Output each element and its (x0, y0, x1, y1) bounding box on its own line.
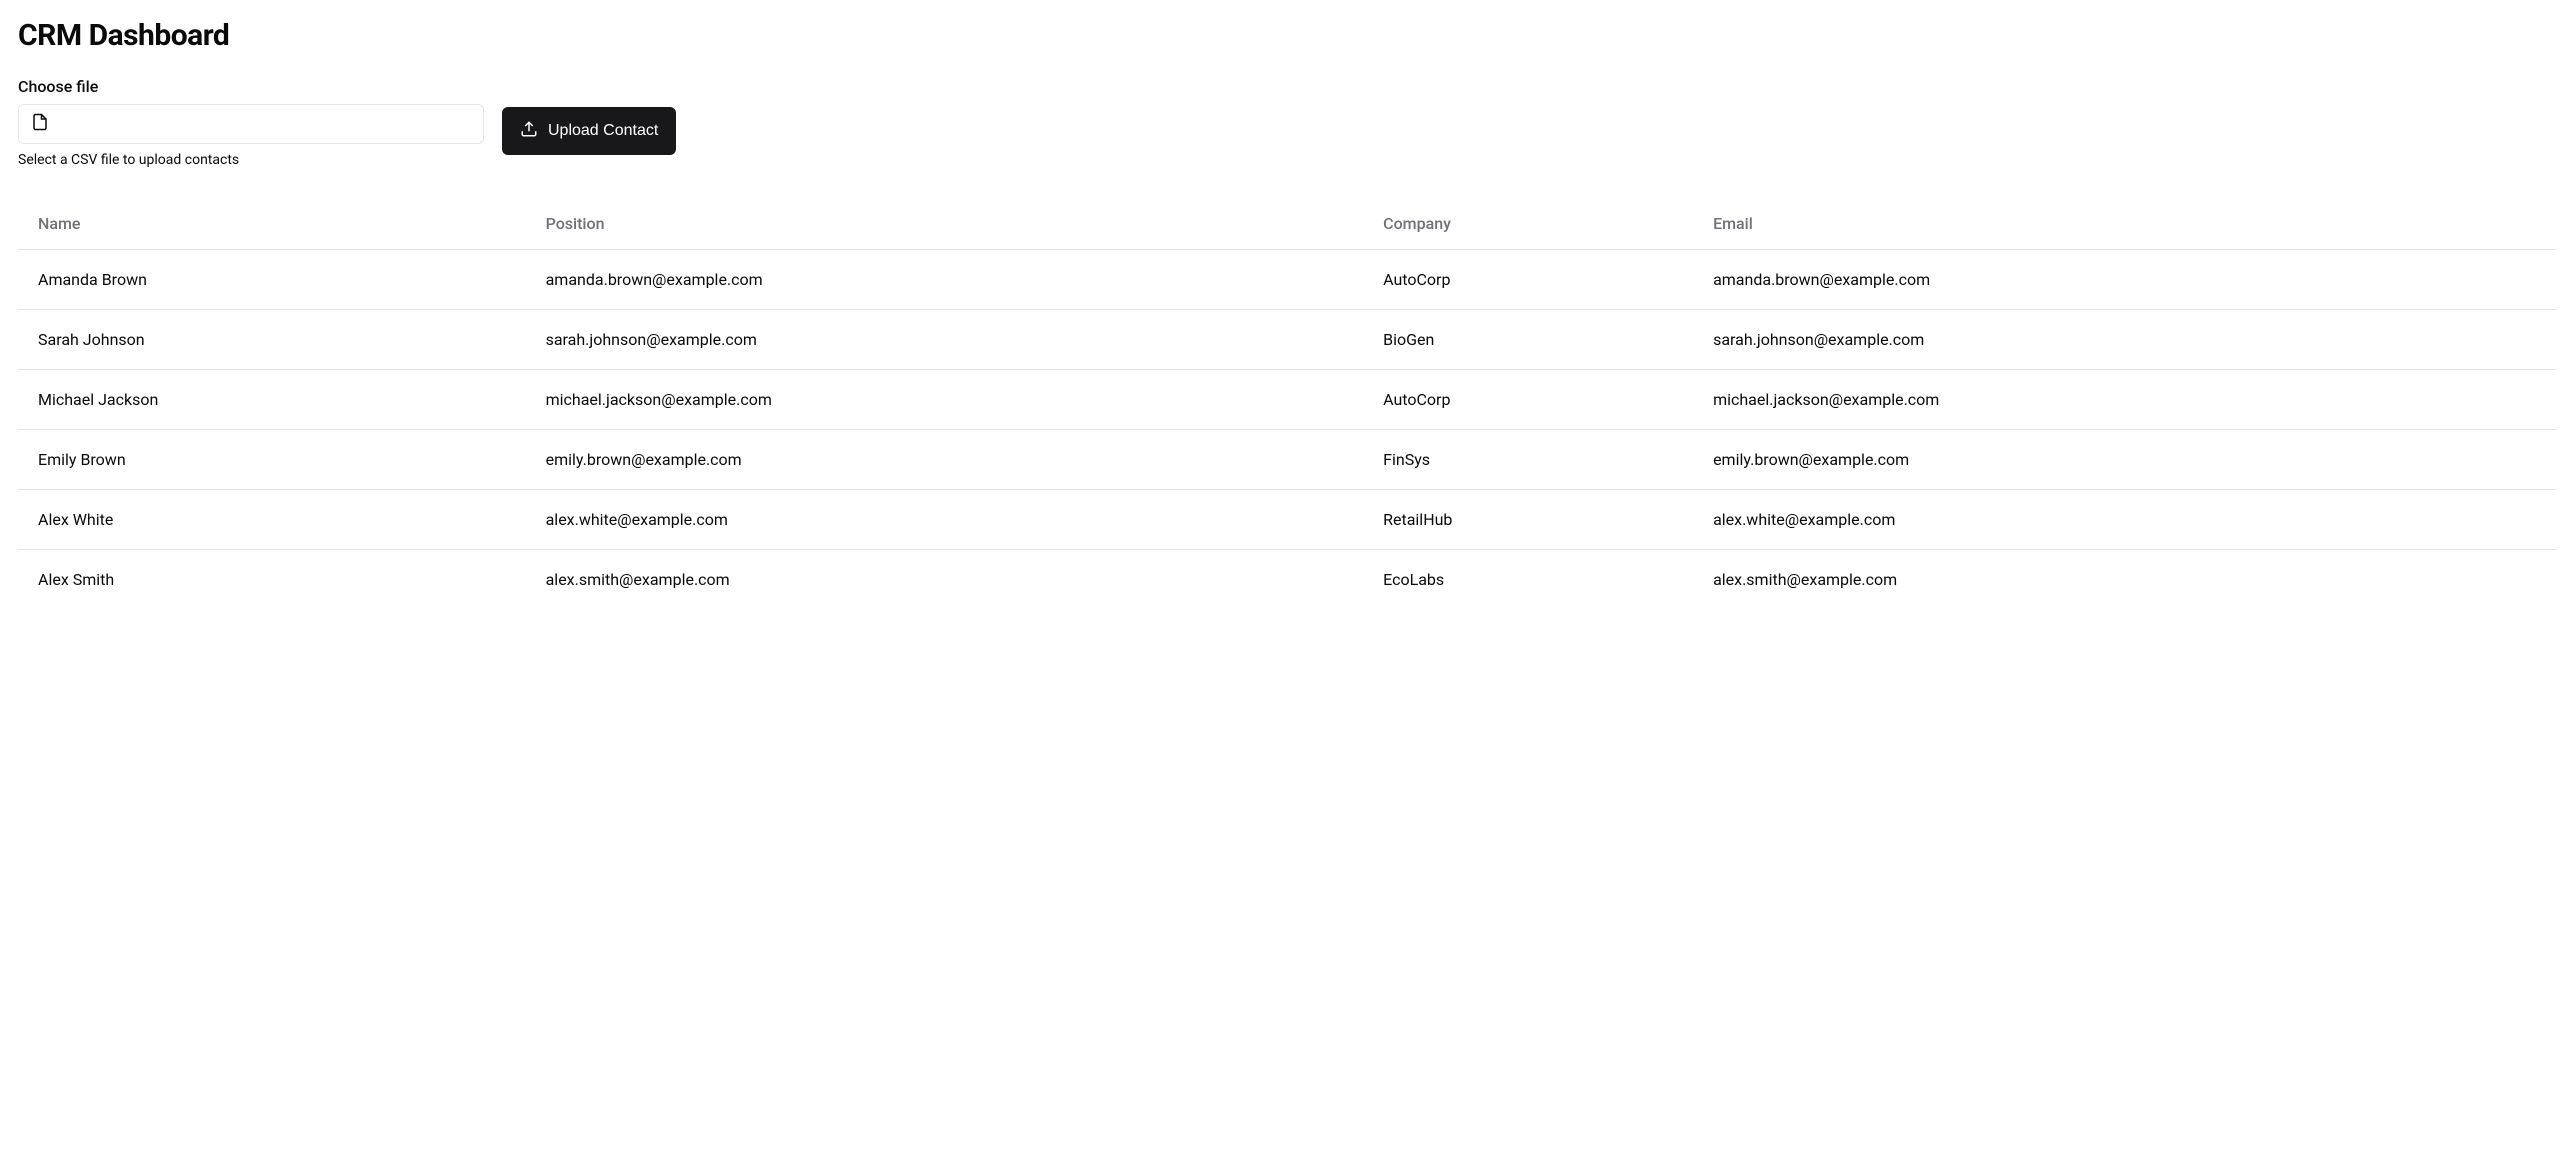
cell-email: alex.white@example.com (1693, 490, 2556, 550)
file-input[interactable] (18, 104, 484, 144)
page-title: CRM Dashboard (18, 18, 2556, 53)
table-header-row: Name Position Company Email (18, 198, 2556, 250)
table-header-position: Position (526, 198, 1364, 250)
table-header-name: Name (18, 198, 526, 250)
table-row: Alex Whitealex.white@example.comRetailHu… (18, 490, 2556, 550)
file-input-label: Choose file (18, 77, 484, 96)
cell-name: Emily Brown (18, 430, 526, 490)
cell-company: BioGen (1363, 310, 1693, 370)
cell-company: FinSys (1363, 430, 1693, 490)
cell-name: Alex White (18, 490, 526, 550)
cell-company: AutoCorp (1363, 250, 1693, 310)
contacts-table: Name Position Company Email Amanda Brown… (18, 198, 2556, 609)
table-row: Sarah Johnsonsarah.johnson@example.comBi… (18, 310, 2556, 370)
upload-contact-button[interactable]: Upload Contact (502, 107, 676, 155)
cell-name: Sarah Johnson (18, 310, 526, 370)
file-helper-text: Select a CSV file to upload contacts (18, 152, 484, 168)
table-row: Alex Smithalex.smith@example.comEcoLabsa… (18, 550, 2556, 610)
upload-button-label: Upload Contact (548, 122, 658, 140)
cell-name: Michael Jackson (18, 370, 526, 430)
cell-name: Amanda Brown (18, 250, 526, 310)
cell-email: emily.brown@example.com (1693, 430, 2556, 490)
cell-email: alex.smith@example.com (1693, 550, 2556, 610)
cell-position: sarah.johnson@example.com (526, 310, 1364, 370)
cell-email: amanda.brown@example.com (1693, 250, 2556, 310)
table-row: Emily Brownemily.brown@example.comFinSys… (18, 430, 2556, 490)
cell-company: RetailHub (1363, 490, 1693, 550)
table-row: Michael Jacksonmichael.jackson@example.c… (18, 370, 2556, 430)
upload-row: Choose file Select a CSV file to upload … (18, 77, 2556, 168)
cell-position: emily.brown@example.com (526, 430, 1364, 490)
upload-icon (520, 120, 538, 143)
cell-name: Alex Smith (18, 550, 526, 610)
table-header-company: Company (1363, 198, 1693, 250)
file-group: Choose file Select a CSV file to upload … (18, 77, 484, 168)
file-icon (31, 113, 49, 135)
table-header-email: Email (1693, 198, 2556, 250)
cell-email: michael.jackson@example.com (1693, 370, 2556, 430)
cell-position: amanda.brown@example.com (526, 250, 1364, 310)
cell-email: sarah.johnson@example.com (1693, 310, 2556, 370)
cell-position: alex.smith@example.com (526, 550, 1364, 610)
cell-position: michael.jackson@example.com (526, 370, 1364, 430)
table-row: Amanda Brownamanda.brown@example.comAuto… (18, 250, 2556, 310)
cell-company: AutoCorp (1363, 370, 1693, 430)
cell-company: EcoLabs (1363, 550, 1693, 610)
cell-position: alex.white@example.com (526, 490, 1364, 550)
